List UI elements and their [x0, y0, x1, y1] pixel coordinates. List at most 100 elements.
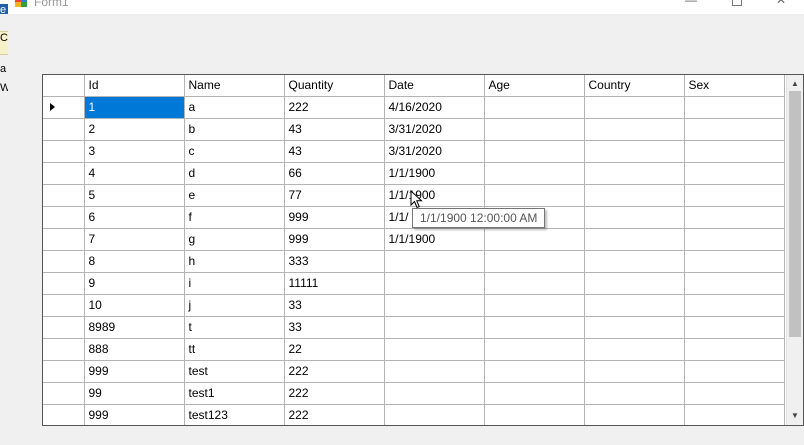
- cell-country[interactable]: [584, 96, 685, 119]
- row-header[interactable]: [43, 338, 85, 361]
- cell-id[interactable]: 8: [84, 250, 185, 273]
- cell-name[interactable]: a: [184, 96, 285, 119]
- cell-sex[interactable]: [684, 338, 785, 361]
- table-row[interactable]: 3 c 43 3/31/2020: [43, 140, 785, 163]
- cell-country[interactable]: [584, 206, 685, 229]
- cell-age[interactable]: [484, 294, 585, 317]
- close-button[interactable]: ✕: [766, 0, 796, 9]
- cell-id[interactable]: 8989: [84, 316, 185, 339]
- row-header[interactable]: [43, 206, 85, 229]
- cell-country[interactable]: [584, 250, 685, 273]
- scroll-thumb[interactable]: [789, 91, 801, 337]
- cell-quantity[interactable]: 77: [284, 184, 385, 207]
- cell-date[interactable]: 1/1/1900: [384, 228, 485, 251]
- cell-quantity[interactable]: 333: [284, 250, 385, 273]
- cell-age[interactable]: [484, 162, 585, 185]
- cell-name[interactable]: j: [184, 294, 285, 317]
- cell-country[interactable]: [584, 382, 685, 405]
- cell-name[interactable]: b: [184, 118, 285, 141]
- cell-age[interactable]: [484, 404, 585, 425]
- cell-date[interactable]: [384, 338, 485, 361]
- cell-sex[interactable]: [684, 382, 785, 405]
- cell-date[interactable]: [384, 404, 485, 425]
- cell-id[interactable]: 5: [84, 184, 185, 207]
- row-header[interactable]: [43, 316, 85, 339]
- cell-id[interactable]: 99: [84, 382, 185, 405]
- cell-country[interactable]: [584, 338, 685, 361]
- cell-sex[interactable]: [684, 250, 785, 273]
- row-header-corner[interactable]: [43, 75, 85, 97]
- cell-age[interactable]: [484, 250, 585, 273]
- table-row[interactable]: 7 g 999 1/1/1900: [43, 228, 785, 251]
- cell-country[interactable]: [584, 404, 685, 425]
- column-header-id[interactable]: Id: [84, 75, 185, 97]
- cell-name[interactable]: test: [184, 360, 285, 383]
- table-row[interactable]: 999 test 222: [43, 360, 785, 383]
- cell-name[interactable]: test123: [184, 404, 285, 425]
- cell-id[interactable]: 2: [84, 118, 185, 141]
- scroll-up-button[interactable]: ▲: [787, 77, 803, 91]
- table-row[interactable]: 8989 t 33: [43, 316, 785, 339]
- column-header-age[interactable]: Age: [484, 75, 585, 97]
- table-row[interactable]: 888 tt 22: [43, 338, 785, 361]
- cell-quantity[interactable]: 66: [284, 162, 385, 185]
- row-header[interactable]: [43, 118, 85, 141]
- cell-sex[interactable]: [684, 162, 785, 185]
- cell-age[interactable]: [484, 228, 585, 251]
- cell-id[interactable]: 999: [84, 360, 185, 383]
- table-row[interactable]: 8 h 333: [43, 250, 785, 273]
- cell-quantity[interactable]: 43: [284, 118, 385, 141]
- cell-name[interactable]: f: [184, 206, 285, 229]
- cell-name[interactable]: t: [184, 316, 285, 339]
- cell-id[interactable]: 9: [84, 272, 185, 295]
- cell-age[interactable]: [484, 118, 585, 141]
- cell-country[interactable]: [584, 184, 685, 207]
- cell-quantity[interactable]: 222: [284, 404, 385, 425]
- cell-sex[interactable]: [684, 360, 785, 383]
- cell-id[interactable]: 10: [84, 294, 185, 317]
- cell-age[interactable]: [484, 96, 585, 119]
- cell-date[interactable]: [384, 250, 485, 273]
- cell-sex[interactable]: [684, 228, 785, 251]
- row-header[interactable]: [43, 294, 85, 317]
- row-header[interactable]: [43, 162, 85, 185]
- row-header[interactable]: [43, 184, 85, 207]
- cell-age[interactable]: [484, 338, 585, 361]
- cell-country[interactable]: [584, 140, 685, 163]
- cell-quantity[interactable]: 222: [284, 96, 385, 119]
- cell-age[interactable]: [484, 272, 585, 295]
- cell-quantity[interactable]: 22: [284, 338, 385, 361]
- cell-date[interactable]: [384, 382, 485, 405]
- cell-name[interactable]: e: [184, 184, 285, 207]
- cell-country[interactable]: [584, 162, 685, 185]
- cell-quantity[interactable]: 11111: [284, 272, 385, 295]
- cell-country[interactable]: [584, 118, 685, 141]
- cell-quantity[interactable]: 33: [284, 316, 385, 339]
- cell-country[interactable]: [584, 360, 685, 383]
- scroll-down-button[interactable]: ▼: [787, 409, 803, 423]
- cell-id[interactable]: 3: [84, 140, 185, 163]
- cell-age[interactable]: [484, 316, 585, 339]
- table-row[interactable]: 999 test123 222: [43, 404, 785, 425]
- cell-sex[interactable]: [684, 294, 785, 317]
- cell-date[interactable]: [384, 360, 485, 383]
- cell-name[interactable]: i: [184, 272, 285, 295]
- cell-sex[interactable]: [684, 272, 785, 295]
- cell-country[interactable]: [584, 316, 685, 339]
- cell-quantity[interactable]: 222: [284, 360, 385, 383]
- column-header-date[interactable]: Date: [384, 75, 485, 97]
- cell-id[interactable]: 888: [84, 338, 185, 361]
- cell-age[interactable]: [484, 360, 585, 383]
- vertical-scrollbar[interactable]: ▲ ▼: [786, 75, 803, 425]
- row-header[interactable]: [43, 272, 85, 295]
- row-header[interactable]: [43, 404, 85, 425]
- cell-name[interactable]: c: [184, 140, 285, 163]
- cell-country[interactable]: [584, 272, 685, 295]
- cell-sex[interactable]: [684, 140, 785, 163]
- cell-name[interactable]: test1: [184, 382, 285, 405]
- cell-country[interactable]: [584, 294, 685, 317]
- cell-date[interactable]: [384, 294, 485, 317]
- cell-date[interactable]: [384, 272, 485, 295]
- column-header-name[interactable]: Name: [184, 75, 285, 97]
- maximize-button[interactable]: [722, 0, 752, 9]
